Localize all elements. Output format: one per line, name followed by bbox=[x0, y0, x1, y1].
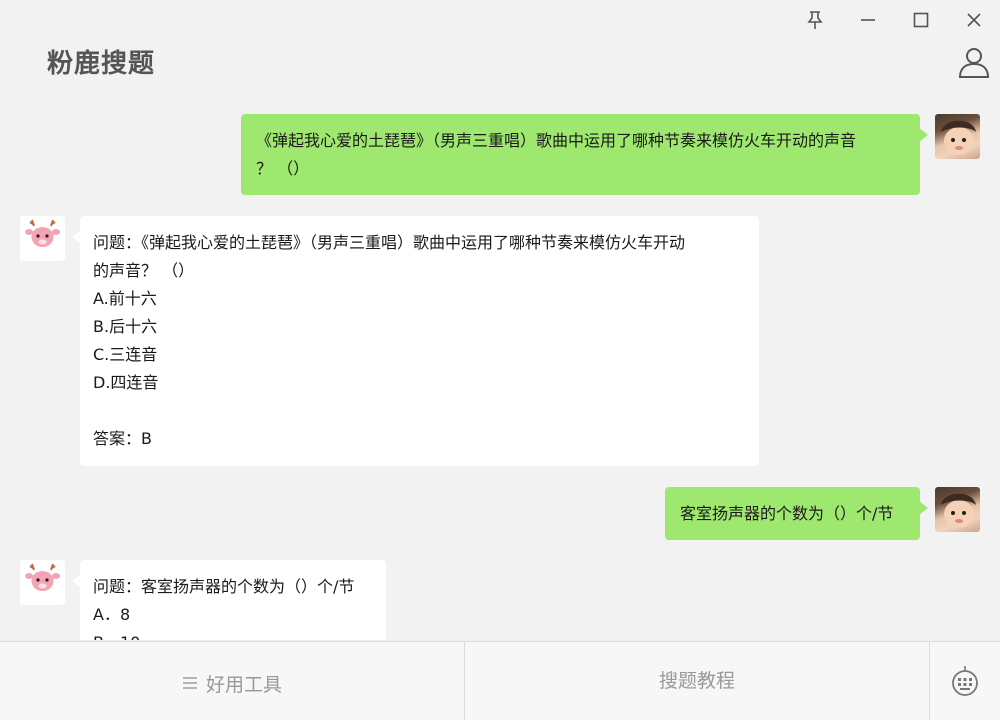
search-tutorial-button[interactable]: 搜题教程 bbox=[465, 642, 930, 720]
keyboard-icon bbox=[952, 666, 978, 696]
window-controls bbox=[788, 0, 1000, 40]
user-icon bbox=[958, 48, 990, 78]
useful-tools-label: 好用工具 bbox=[205, 673, 282, 696]
maximize-icon bbox=[913, 12, 928, 28]
minimize-button[interactable] bbox=[841, 0, 894, 40]
message-line: ？ （） bbox=[256, 159, 310, 178]
message-line: 问题：客室扬声器的个数为（）个/节 bbox=[93, 577, 355, 596]
bot-avatar bbox=[20, 216, 65, 261]
chat-area[interactable]: 《弹起我心爱的土琵琶》（男声三重唱）歌曲中运用了哪种节奏来模仿火车开动的声音 ？… bbox=[0, 100, 1000, 640]
app-title: 粉鹿搜题 bbox=[47, 49, 156, 79]
close-icon bbox=[966, 13, 981, 27]
keyboard-button[interactable] bbox=[930, 642, 1000, 720]
bot-message-bubble: 问题：《弹起我心爱的土琵琶》（男声三重唱）歌曲中运用了哪种节奏来模仿火车开动 的… bbox=[72, 216, 759, 466]
menu-icon bbox=[182, 677, 197, 689]
maximize-button[interactable] bbox=[894, 0, 947, 40]
answer-line: 答案：B bbox=[93, 429, 152, 448]
search-tutorial-label: 搜题教程 bbox=[658, 669, 735, 692]
option-line: A.前十六 bbox=[93, 289, 157, 308]
message-line: 《弹起我心爱的土琵琶》（男声三重唱）歌曲中运用了哪种节奏来模仿火车开动的声音 bbox=[256, 131, 857, 150]
message-line: 的声音？ （） bbox=[93, 261, 195, 280]
user-message-bubble: 《弹起我心爱的土琵琶》（男声三重唱）歌曲中运用了哪种节奏来模仿火车开动的声音 ？… bbox=[241, 114, 928, 195]
close-button[interactable] bbox=[947, 0, 1000, 40]
user-profile-button[interactable] bbox=[958, 45, 990, 79]
option-line: A．8 bbox=[93, 605, 131, 624]
useful-tools-button[interactable]: 好用工具 bbox=[0, 642, 465, 720]
minimize-icon bbox=[860, 19, 875, 21]
deer-logo-icon bbox=[25, 219, 60, 247]
option-line: B.后十六 bbox=[93, 317, 158, 336]
deer-logo-icon bbox=[25, 563, 60, 591]
option-line: B．10 bbox=[93, 629, 372, 640]
user-message-bubble: 客室扬声器的个数为（）个/节 bbox=[665, 487, 928, 540]
bottom-bar: 好用工具 搜题教程 bbox=[0, 641, 1000, 720]
user-avatar bbox=[935, 114, 980, 159]
option-line: C.三连音 bbox=[93, 345, 158, 364]
user-avatar bbox=[935, 487, 980, 532]
message-line: 问题：《弹起我心爱的土琵琶》（男声三重唱）歌曲中运用了哪种节奏来模仿火车开动 bbox=[93, 233, 686, 252]
pin-button[interactable] bbox=[788, 0, 841, 40]
message-line: 客室扬声器的个数为（）个/节 bbox=[680, 504, 894, 523]
bot-message-bubble: 问题：客室扬声器的个数为（）个/节 A．8 B．10 bbox=[72, 560, 386, 640]
option-line: D.四连音 bbox=[93, 373, 159, 392]
bot-avatar bbox=[20, 560, 65, 605]
pin-icon bbox=[806, 11, 823, 29]
